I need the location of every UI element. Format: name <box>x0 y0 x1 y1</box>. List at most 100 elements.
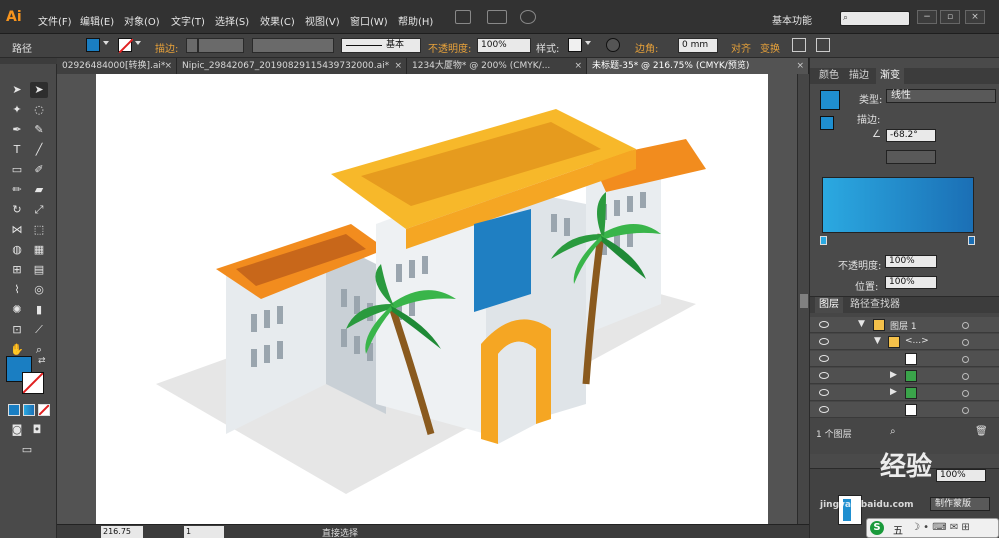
gradient-type-dropdown[interactable]: 线性 <box>886 89 996 103</box>
expand-arrow-icon[interactable]: ▶ <box>890 387 897 397</box>
visibility-eye-icon[interactable] <box>819 355 829 362</box>
ime-toolbar[interactable]: S 五 ☽ • ⌨ ✉ ⊞ <box>866 518 999 538</box>
layer-target-icon[interactable] <box>962 339 969 346</box>
aspect-ratio-field[interactable] <box>886 150 936 164</box>
tab-close-icon[interactable]: × <box>574 58 582 74</box>
rotate-tool-icon[interactable]: ↻ <box>8 202 26 218</box>
workspace-switcher[interactable]: 基本功能 <box>772 12 812 27</box>
restore-button[interactable]: ▫ <box>940 10 960 24</box>
gradient-tool-icon[interactable]: ▤ <box>30 262 48 278</box>
stroke-weight-stepper[interactable] <box>186 38 198 53</box>
stroke-weight-field[interactable] <box>198 38 244 53</box>
variable-width-dropdown[interactable] <box>252 38 334 53</box>
menu-object[interactable]: 对象(O) <box>124 13 160 28</box>
tab-document-3[interactable]: 1234大厦物* @ 200% (CMYK/... × <box>407 58 587 74</box>
pencil-tool-icon[interactable]: ✏ <box>8 182 26 198</box>
rectangle-tool-icon[interactable]: ▭ <box>8 162 26 178</box>
layer-target-icon[interactable] <box>962 356 969 363</box>
gradient-stop-end[interactable] <box>968 236 975 245</box>
tab-layers[interactable]: 图层 <box>815 297 843 313</box>
shape-builder-tool-icon[interactable]: ◍ <box>8 242 26 258</box>
gradient-angle-field[interactable]: -68.2° <box>886 129 936 142</box>
transparency-opacity-field[interactable]: 100% <box>936 469 986 482</box>
tab-stroke[interactable]: 描边 <box>845 68 873 84</box>
blend-tool-icon[interactable]: ◎ <box>30 282 48 298</box>
bridge-icon[interactable] <box>455 10 471 24</box>
layer-row[interactable] <box>810 351 999 367</box>
artboard-tool-icon[interactable]: ⊡ <box>8 322 26 338</box>
align-link[interactable]: 对齐 <box>731 40 751 55</box>
menu-type[interactable]: 文字(T) <box>171 13 205 28</box>
artboard[interactable] <box>96 74 768 524</box>
lasso-tool-icon[interactable]: ◌ <box>30 102 48 118</box>
direct-selection-tool-icon[interactable]: ➤ <box>30 82 48 98</box>
mesh-tool-icon[interactable]: ⊞ <box>8 262 26 278</box>
layer-row[interactable]: ▼ 图层 1 <box>810 317 999 333</box>
ime-icons[interactable]: ☽ • ⌨ ✉ ⊞ <box>911 522 970 533</box>
fill-dropdown-icon[interactable] <box>103 41 109 45</box>
corner-radius-field[interactable]: 0 mm <box>678 38 718 53</box>
zoom-level-field[interactable]: 216.75 <box>101 526 143 538</box>
visibility-eye-icon[interactable] <box>819 338 829 345</box>
layer-target-icon[interactable] <box>962 373 969 380</box>
screen-mode-icon[interactable]: ▭ <box>18 442 36 458</box>
scale-tool-icon[interactable]: ⤢ <box>30 202 48 218</box>
menu-help[interactable]: 帮助(H) <box>398 13 433 28</box>
tab-close-icon[interactable]: × <box>796 58 804 74</box>
menu-edit[interactable]: 编辑(E) <box>80 13 114 28</box>
group-name[interactable]: <...> <box>905 336 929 346</box>
draw-normal-icon[interactable]: ◙ <box>8 422 26 438</box>
stroke-panel-link[interactable]: 描边: <box>155 40 178 55</box>
pen-tool-icon[interactable]: ✒ <box>8 122 26 138</box>
arrange-documents-icon[interactable] <box>487 10 507 24</box>
menu-file[interactable]: 文件(F) <box>38 13 72 28</box>
layer-row[interactable] <box>810 402 999 418</box>
gpu-performance-icon[interactable] <box>520 10 536 24</box>
layer-row[interactable]: ▶ <box>810 368 999 384</box>
layer-name[interactable]: 图层 1 <box>890 319 917 332</box>
brush-definition-dropdown[interactable]: 基本 <box>341 38 421 53</box>
tab-document-active[interactable]: 未标题-35* @ 216.75% (CMYK/预览) × <box>587 58 809 74</box>
layer-target-icon[interactable] <box>962 390 969 397</box>
delete-layer-icon[interactable]: 🗑 <box>975 426 988 437</box>
slice-tool-icon[interactable]: ⟋ <box>30 322 48 338</box>
color-mode-icon[interactable] <box>8 404 20 416</box>
stroke-color-box[interactable] <box>22 372 44 394</box>
tab-color[interactable]: 颜色 <box>815 68 843 84</box>
visibility-eye-icon[interactable] <box>819 372 829 379</box>
visibility-eye-icon[interactable] <box>819 321 829 328</box>
layer-target-icon[interactable] <box>962 322 969 329</box>
quick-mask-icon[interactable] <box>816 38 830 52</box>
minimize-button[interactable]: − <box>917 10 937 24</box>
tab-close-icon[interactable]: × <box>164 58 172 74</box>
vertical-scrollbar[interactable] <box>797 74 809 524</box>
fill-mini-swatch[interactable] <box>820 116 834 130</box>
graphic-style-swatch[interactable] <box>568 38 582 52</box>
corner-link[interactable]: 边角: <box>635 40 658 55</box>
gradient-slider[interactable] <box>822 177 974 233</box>
opacity-panel-link[interactable]: 不透明度: <box>428 40 471 55</box>
stroke-swatch[interactable] <box>118 38 134 54</box>
swap-colors-icon[interactable]: ⇄ <box>38 356 46 366</box>
transform-link[interactable]: 变换 <box>760 40 780 55</box>
symbol-sprayer-tool-icon[interactable]: ✺ <box>8 302 26 318</box>
isolate-selected-icon[interactable] <box>792 38 806 52</box>
eyedropper-tool-icon[interactable]: ⌇ <box>8 282 26 298</box>
layer-row[interactable]: ▼ <...> <box>810 334 999 350</box>
visibility-eye-icon[interactable] <box>819 406 829 413</box>
column-graph-tool-icon[interactable]: ▮ <box>30 302 48 318</box>
stop-position-field[interactable]: 100% <box>885 276 937 289</box>
tab-gradient[interactable]: 渐变 <box>876 68 904 84</box>
eraser-tool-icon[interactable]: ▰ <box>30 182 48 198</box>
menu-view[interactable]: 视图(V) <box>305 13 340 28</box>
layer-row[interactable]: ▶ <box>810 385 999 401</box>
search-input[interactable]: ⌕ <box>840 11 910 26</box>
stop-opacity-field[interactable]: 100% <box>885 255 937 268</box>
locate-object-icon[interactable]: ⌕ <box>890 426 896 437</box>
canvas-area[interactable] <box>57 74 809 524</box>
type-tool-icon[interactable]: T <box>8 142 26 158</box>
fill-swatch[interactable] <box>86 38 100 52</box>
opacity-field[interactable]: 100% <box>477 38 531 53</box>
paintbrush-tool-icon[interactable]: ✐ <box>30 162 48 178</box>
recolor-artwork-icon[interactable] <box>606 38 620 52</box>
